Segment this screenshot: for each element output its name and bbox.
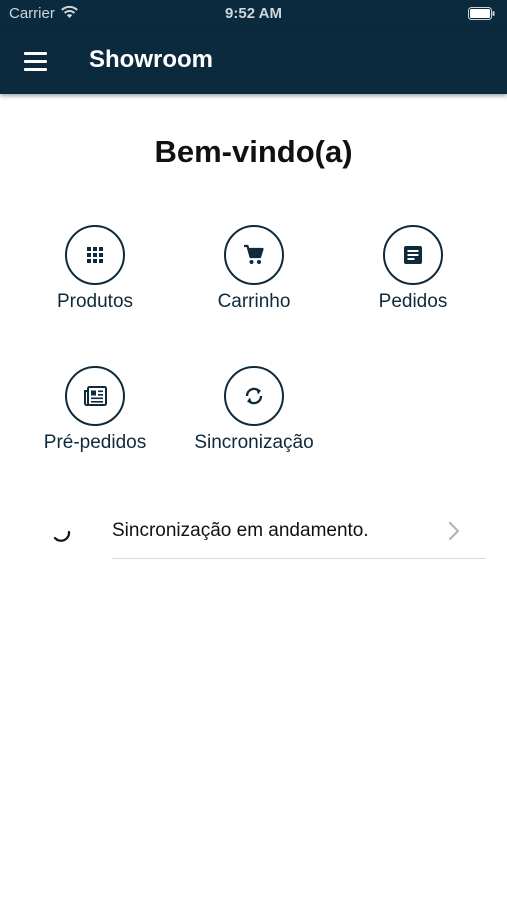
hamburger-menu-icon[interactable] (14, 42, 56, 80)
tile-label: Pedidos (378, 291, 448, 312)
tile-pre-pedidos[interactable]: Pré-pedidos (15, 366, 175, 466)
tile-label: Sincronização (194, 432, 314, 453)
sync-status-text: Sincronização em andamento. (112, 520, 369, 541)
navigation-bar: Showroom (0, 28, 507, 94)
tile-carrinho[interactable]: Carrinho (174, 225, 334, 325)
status-time: 9:52 AM (225, 5, 282, 22)
divider (112, 558, 486, 559)
document-icon (383, 225, 443, 285)
tile-produtos[interactable]: Produtos (15, 225, 175, 325)
loading-spinner-icon (53, 530, 71, 542)
tile-label: Pré-pedidos (43, 432, 147, 453)
status-bar: Carrier 9:52 AM (0, 0, 507, 28)
battery-icon (468, 7, 495, 20)
tile-pedidos[interactable]: Pedidos (333, 225, 493, 325)
cart-icon (224, 225, 284, 285)
page-title: Showroom (89, 46, 213, 73)
welcome-heading: Bem-vindo(a) (154, 134, 353, 169)
tile-sincronizacao[interactable]: Sincronização (174, 366, 334, 466)
newspaper-icon (65, 366, 125, 426)
tile-label: Carrinho (217, 291, 291, 312)
chevron-right-icon (448, 521, 460, 541)
grid-icon (65, 225, 125, 285)
tile-label: Produtos (56, 291, 134, 312)
sync-status-row[interactable]: Sincronização em andamento. (0, 500, 507, 560)
sync-icon (224, 366, 284, 426)
